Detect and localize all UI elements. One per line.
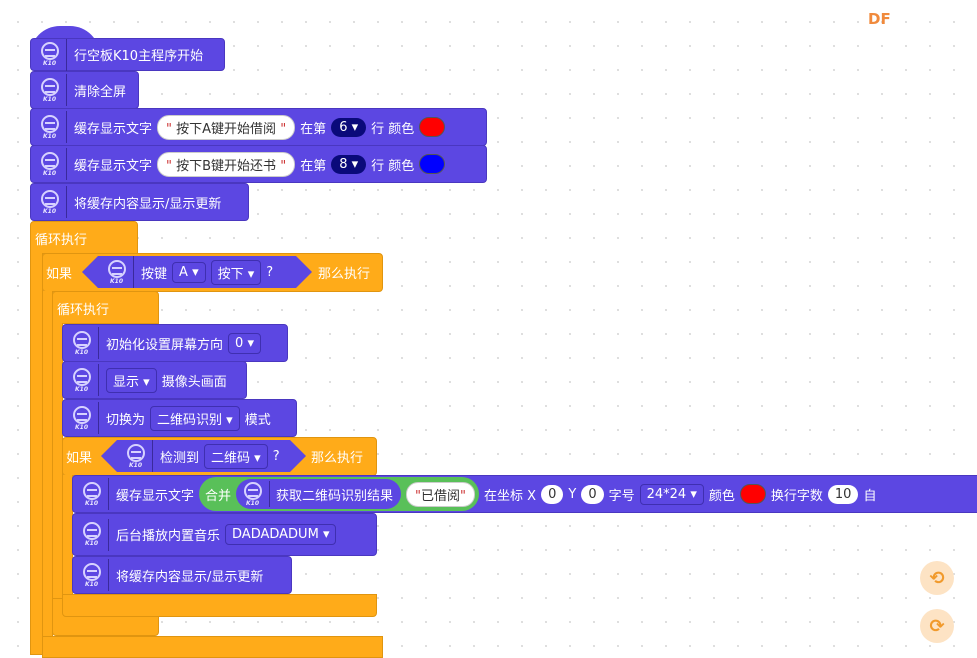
k10-icon: K10 bbox=[37, 38, 67, 71]
block-play-music[interactable]: K10 后台播放内置音乐 DADADADUM ▾ bbox=[72, 513, 377, 556]
block-label: 切换为 bbox=[106, 412, 146, 428]
key-dropdown[interactable]: A ▾ bbox=[172, 262, 206, 283]
if-bottom bbox=[62, 594, 377, 617]
block-refresh-1[interactable]: K10 将缓存内容显示/显示更新 bbox=[30, 183, 249, 221]
label: 颜色 bbox=[708, 488, 735, 504]
row-dropdown[interactable]: 8 ▾ bbox=[331, 154, 367, 174]
loop-label: 循环执行 bbox=[35, 233, 88, 248]
loop-label: 循环执行 bbox=[57, 303, 110, 318]
direction-dropdown[interactable]: 0 ▾ bbox=[228, 332, 261, 354]
block-label: 缓存显示文字 bbox=[116, 488, 195, 504]
k10-icon: K10 bbox=[123, 440, 153, 472]
color-swatch[interactable] bbox=[419, 117, 446, 137]
block-clear-screen[interactable]: K10 清除全屏 bbox=[30, 71, 139, 109]
k10-icon: K10 bbox=[79, 478, 109, 510]
color-swatch[interactable] bbox=[739, 484, 766, 504]
k10-icon: K10 bbox=[37, 148, 67, 180]
block-label: 后台播放内置音乐 bbox=[116, 529, 221, 544]
wrap-input[interactable]: 10 bbox=[827, 484, 859, 504]
block-label: 将缓存内容显示/显示更新 bbox=[116, 569, 264, 585]
k10-icon: K10 bbox=[69, 402, 99, 434]
detect-condition[interactable]: K10 检测到 二维码 ▾ ? bbox=[101, 440, 306, 472]
label: ? bbox=[272, 448, 280, 464]
music-dropdown[interactable]: DADADADUM ▾ bbox=[225, 524, 337, 545]
block-label: 初始化设置屏幕方向 bbox=[106, 337, 224, 353]
block-label: 行空板K10主程序开始 bbox=[74, 49, 204, 64]
color-swatch[interactable] bbox=[419, 154, 446, 174]
block-init-screen[interactable]: K10 初始化设置屏幕方向 0 ▾ bbox=[62, 324, 288, 362]
label: 在第 bbox=[300, 158, 327, 174]
then-label: 那么执行 bbox=[318, 267, 371, 282]
label: ? bbox=[266, 264, 274, 280]
block-label: 清除全屏 bbox=[74, 84, 127, 100]
block-cache-text-3[interactable]: K10 缓存显示文字 合并 K10 获取二维码识别结果 "已借阅" 在坐标 X … bbox=[72, 475, 977, 513]
redo-icon[interactable]: ⟳ bbox=[920, 609, 954, 643]
mode-dropdown[interactable]: 二维码识别 ▾ bbox=[150, 405, 240, 431]
if-label: 如果 bbox=[46, 267, 73, 282]
text-input[interactable]: " 按下B键开始还书 " bbox=[157, 151, 296, 177]
k10-icon: K10 bbox=[79, 559, 109, 591]
k10-icon: K10 bbox=[37, 74, 67, 106]
key-pressed-condition[interactable]: K10 按键 A ▾ 按下 ▾ ? bbox=[82, 256, 312, 288]
block-cache-text-1[interactable]: K10 缓存显示文字 " 按下A键开始借阅 " 在第 6 ▾ 行 颜色 bbox=[30, 108, 487, 146]
then-label: 那么执行 bbox=[311, 451, 364, 466]
block-camera[interactable]: K10 显示 ▾ 摄像头画面 bbox=[62, 361, 247, 399]
k10-icon: K10 bbox=[69, 364, 99, 396]
label: 按键 bbox=[141, 266, 168, 282]
if-label: 如果 bbox=[66, 451, 93, 466]
label: 行 颜色 bbox=[371, 121, 415, 137]
label: 模式 bbox=[244, 412, 271, 428]
get-qr-result-block[interactable]: K10 获取二维码识别结果 bbox=[236, 479, 402, 509]
block-label: 摄像头画面 bbox=[161, 374, 227, 390]
block-label: 缓存显示文字 bbox=[74, 121, 153, 137]
logo: DF bbox=[868, 10, 891, 28]
k10-icon: K10 bbox=[37, 186, 67, 218]
k10-icon: K10 bbox=[240, 481, 271, 507]
label: 在坐标 X bbox=[484, 488, 537, 504]
state-dropdown[interactable]: 按下 ▾ bbox=[211, 260, 262, 285]
text-input[interactable]: " 按下A键开始借阅 " bbox=[157, 114, 296, 140]
k10-icon: K10 bbox=[104, 256, 134, 288]
detect-dropdown[interactable]: 二维码 ▾ bbox=[204, 444, 268, 469]
text-input[interactable]: "已借阅" bbox=[406, 481, 476, 507]
row-dropdown[interactable]: 6 ▾ bbox=[331, 117, 367, 137]
join-block[interactable]: 合并 K10 获取二维码识别结果 "已借阅" bbox=[199, 477, 480, 511]
font-size-dropdown[interactable]: 24*24 ▾ bbox=[639, 483, 704, 505]
label: Y bbox=[568, 486, 577, 502]
block-refresh-2[interactable]: K10 将缓存内容显示/显示更新 bbox=[72, 556, 292, 594]
block-switch-mode[interactable]: K10 切换为 二维码识别 ▾ 模式 bbox=[62, 399, 297, 437]
label: 行 颜色 bbox=[371, 158, 415, 174]
label: 字号 bbox=[608, 488, 635, 504]
block-main-start[interactable]: K10 行空板K10主程序开始 bbox=[30, 38, 225, 71]
label: 换行字数 bbox=[770, 488, 823, 504]
label: 合并 bbox=[205, 488, 232, 504]
label: 检测到 bbox=[160, 450, 200, 466]
k10-icon: K10 bbox=[37, 111, 67, 143]
k10-icon: K10 bbox=[79, 518, 109, 551]
block-cache-text-2[interactable]: K10 缓存显示文字 " 按下B键开始还书 " 在第 8 ▾ 行 颜色 bbox=[30, 145, 487, 183]
camera-dropdown[interactable]: 显示 ▾ bbox=[106, 367, 157, 393]
block-label: 缓存显示文字 bbox=[74, 158, 153, 174]
k10-icon: K10 bbox=[69, 327, 99, 359]
block-label: 将缓存内容显示/显示更新 bbox=[74, 196, 222, 212]
x-input[interactable]: 0 bbox=[541, 484, 564, 504]
undo-icon[interactable]: ⟲ bbox=[920, 561, 954, 595]
label: 在第 bbox=[300, 121, 327, 137]
label: 自 bbox=[863, 488, 877, 504]
y-input[interactable]: 0 bbox=[581, 484, 604, 504]
label: 获取二维码识别结果 bbox=[276, 488, 394, 504]
